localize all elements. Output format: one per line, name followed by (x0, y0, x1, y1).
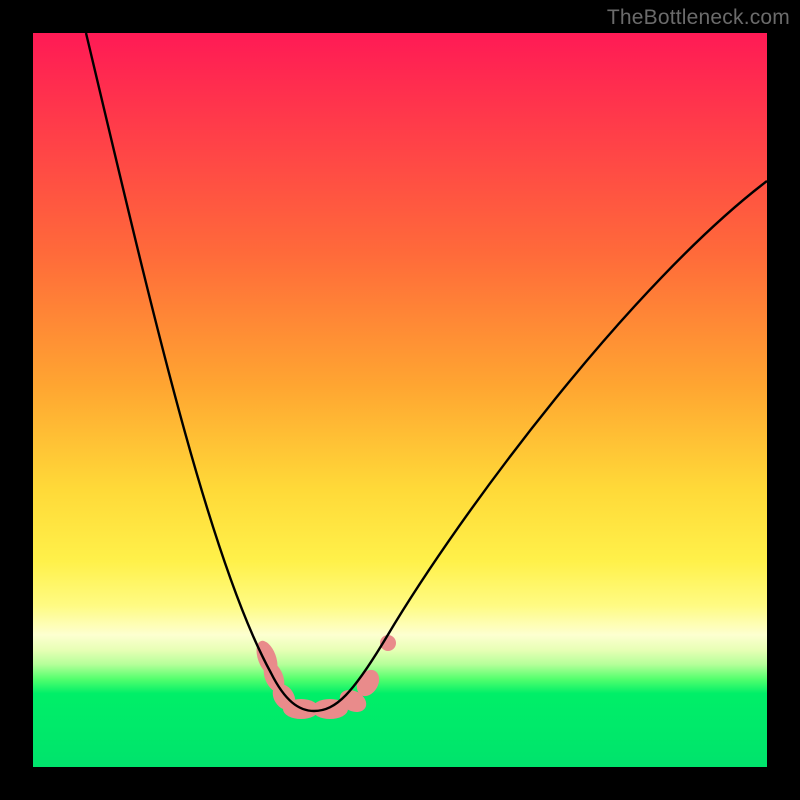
chart-frame: TheBottleneck.com (0, 0, 800, 800)
watermark-text: TheBottleneck.com (607, 6, 790, 30)
curve-layer (33, 33, 767, 767)
bottleneck-curve (86, 33, 767, 711)
plot-area (33, 33, 767, 767)
